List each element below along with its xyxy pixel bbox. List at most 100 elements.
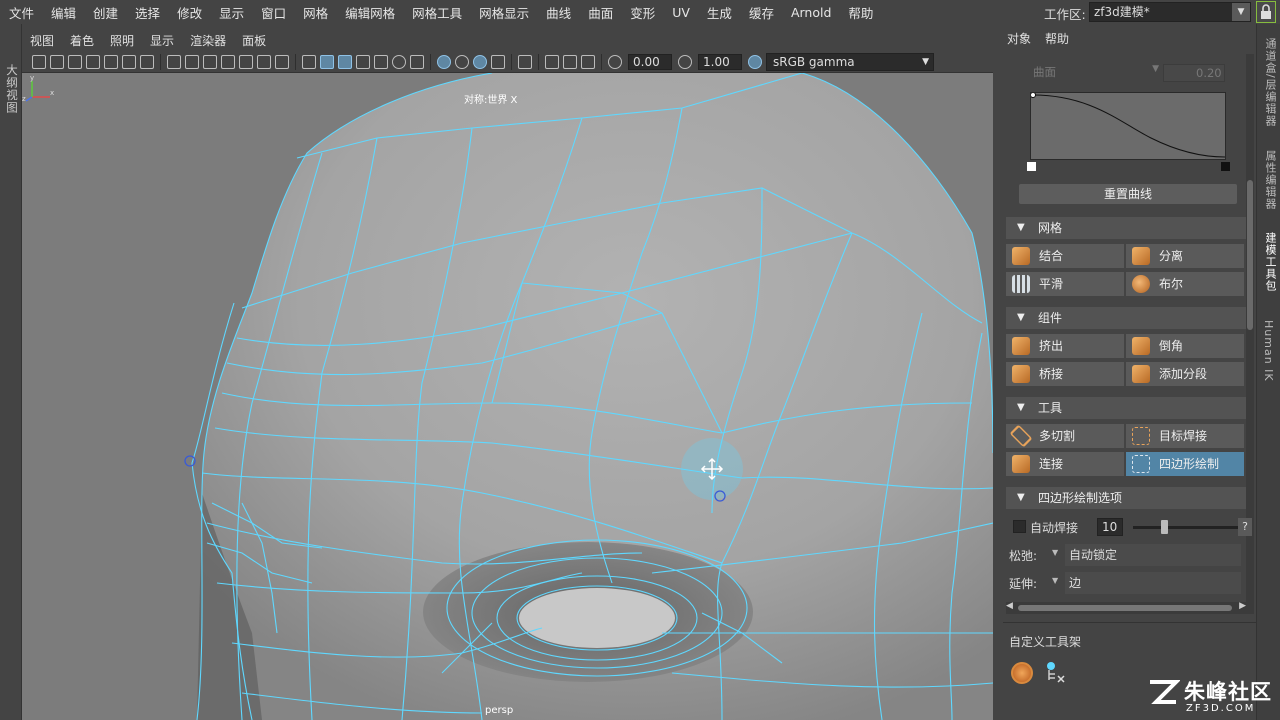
gamma-field[interactable]: 1.00 <box>698 53 742 70</box>
gamma-icon[interactable] <box>678 54 692 69</box>
safe-title-icon[interactable] <box>275 54 289 69</box>
xray-joints-icon[interactable] <box>455 54 469 69</box>
textured-icon[interactable] <box>356 54 370 69</box>
menu-mesh[interactable]: 网格 <box>294 3 336 22</box>
vertex-marker[interactable] <box>184 455 196 467</box>
separate-button[interactable]: 分离 <box>1126 244 1244 268</box>
section-components[interactable]: ▼ 组件 <box>1006 307 1246 329</box>
color-management-icon[interactable] <box>748 54 762 69</box>
shelf-tool-icon[interactable] <box>1011 662 1033 684</box>
use-all-lights-icon[interactable] <box>392 54 406 69</box>
bridge-button[interactable]: 桥接 <box>1006 362 1124 386</box>
3d-viewport[interactable]: 对称:世界 X persp x y z <box>22 73 993 720</box>
wireframe-icon[interactable] <box>302 54 316 69</box>
wireframe-on-shaded-icon[interactable] <box>338 54 352 69</box>
target-weld-button[interactable]: 目标焊接 <box>1126 424 1244 448</box>
checker-icon[interactable] <box>374 54 388 69</box>
multisample-icon[interactable] <box>563 54 577 69</box>
toolkit-horizontal-scrollbar[interactable]: ◀ ▶ <box>1006 601 1246 614</box>
camera-attributes-icon[interactable] <box>50 54 64 69</box>
smooth-shade-icon[interactable] <box>320 54 334 69</box>
menu-generate[interactable]: 生成 <box>698 3 740 22</box>
image-plane-icon[interactable] <box>86 54 100 69</box>
isolate-select-icon[interactable] <box>545 54 559 69</box>
extend-dropdown[interactable]: 边 <box>1065 572 1241 594</box>
panel-menu-show[interactable]: 显示 <box>142 32 182 49</box>
autoweld-slider[interactable] <box>1133 520 1241 534</box>
curve-type-dropdown[interactable]: 曲面 ▼ <box>1031 64 1161 82</box>
falloff-curve-graph[interactable] <box>1030 92 1226 160</box>
menu-windows[interactable]: 窗口 <box>252 3 294 22</box>
film-gate-icon[interactable] <box>185 54 199 69</box>
2d-pan-zoom-icon[interactable] <box>122 54 136 69</box>
scroll-right-icon[interactable]: ▶ <box>1239 601 1246 611</box>
combine-button[interactable]: 结合 <box>1006 244 1124 268</box>
section-quad-draw-options[interactable]: ▼ 四边形绘制选项 <box>1006 487 1246 509</box>
grid-icon[interactable] <box>167 54 181 69</box>
autoweld-checkbox[interactable] <box>1013 520 1026 533</box>
menu-select[interactable]: 选择 <box>126 3 168 22</box>
xray-components-icon[interactable] <box>473 54 487 69</box>
safe-action-icon[interactable] <box>257 54 271 69</box>
slider-handle[interactable] <box>1161 520 1168 534</box>
panel-menu-lighting[interactable]: 照明 <box>102 32 142 49</box>
section-mesh[interactable]: ▼ 网格 <box>1006 217 1246 239</box>
autoweld-value-field[interactable]: 10 <box>1097 518 1123 536</box>
menu-mesh-display[interactable]: 网格显示 <box>470 3 537 22</box>
toolkit-menu-object[interactable]: 对象 <box>1003 30 1035 47</box>
menu-create[interactable]: 创建 <box>84 3 126 22</box>
menu-edit-mesh[interactable]: 编辑网格 <box>336 3 403 22</box>
panel-menu-renderer[interactable]: 渲染器 <box>182 32 234 49</box>
xray-icon[interactable] <box>437 54 451 69</box>
menu-display[interactable]: 显示 <box>210 3 252 22</box>
toolkit-menu-help[interactable]: 帮助 <box>1041 30 1073 47</box>
section-tools[interactable]: ▼ 工具 <box>1006 397 1246 419</box>
outliner-tab[interactable]: 大纲视图 <box>4 64 20 114</box>
multi-cut-button[interactable]: 多切割 <box>1006 424 1124 448</box>
menu-cache[interactable]: 缓存 <box>740 3 782 22</box>
tab-modeling-toolkit[interactable]: 建模工具包 <box>1262 232 1278 292</box>
boolean-button[interactable]: 布尔 <box>1126 272 1244 296</box>
snapshot-icon[interactable] <box>140 54 154 69</box>
shadows-icon[interactable] <box>410 54 424 69</box>
tab-channel-box[interactable]: 通道盒/层编辑器 <box>1262 38 1278 127</box>
curve-value-field[interactable]: 0.20 <box>1163 64 1225 82</box>
tab-attribute-editor[interactable]: 属性编辑器 <box>1262 150 1278 210</box>
menu-mesh-tools[interactable]: 网格工具 <box>403 3 470 22</box>
curve-key-end[interactable] <box>1221 162 1230 171</box>
lock-icon[interactable] <box>1256 1 1276 23</box>
help-button[interactable]: ? <box>1238 518 1252 536</box>
connect-button[interactable]: 连接 <box>1006 452 1124 476</box>
quad-draw-button[interactable]: 四边形绘制 <box>1126 452 1244 476</box>
menu-help[interactable]: 帮助 <box>839 3 881 22</box>
panel-menu-view[interactable]: 视图 <box>22 32 62 49</box>
gate-mask-icon[interactable] <box>221 54 235 69</box>
menu-deform[interactable]: 变形 <box>621 3 663 22</box>
ambient-occlusion-icon[interactable] <box>491 54 505 69</box>
grease-pencil-icon[interactable] <box>104 54 118 69</box>
extrude-button[interactable]: 挤出 <box>1006 334 1124 358</box>
workspace-dropdown[interactable]: zf3d建模* ▼ <box>1089 2 1251 22</box>
exposure-field[interactable]: 0.00 <box>628 53 672 70</box>
menu-surfaces[interactable]: 曲面 <box>579 3 621 22</box>
curve-key-start[interactable] <box>1027 162 1036 171</box>
color-space-dropdown[interactable]: sRGB gamma ▼ <box>766 52 934 71</box>
field-chart-icon[interactable] <box>239 54 253 69</box>
menu-edit[interactable]: 编辑 <box>42 3 84 22</box>
add-divisions-button[interactable]: 添加分段 <box>1126 362 1244 386</box>
panel-menu-shading[interactable]: 着色 <box>62 32 102 49</box>
menu-arnold[interactable]: Arnold <box>782 5 839 20</box>
menu-curves[interactable]: 曲线 <box>537 3 579 22</box>
select-camera-icon[interactable] <box>32 54 46 69</box>
smooth-button[interactable]: 平滑 <box>1006 272 1124 296</box>
reset-curve-button[interactable]: 重置曲线 <box>1019 184 1237 204</box>
exposure-icon[interactable] <box>608 54 622 69</box>
panel-menu-panels[interactable]: 面板 <box>234 32 274 49</box>
bevel-button[interactable]: 倒角 <box>1126 334 1244 358</box>
tab-human-ik[interactable]: Human IK <box>1262 320 1275 382</box>
menu-file[interactable]: 文件 <box>0 3 42 22</box>
menu-uv[interactable]: UV <box>663 5 698 20</box>
motion-blur-icon[interactable] <box>518 54 532 69</box>
bookmarks-icon[interactable] <box>68 54 82 69</box>
depth-of-field-icon[interactable] <box>581 54 595 69</box>
